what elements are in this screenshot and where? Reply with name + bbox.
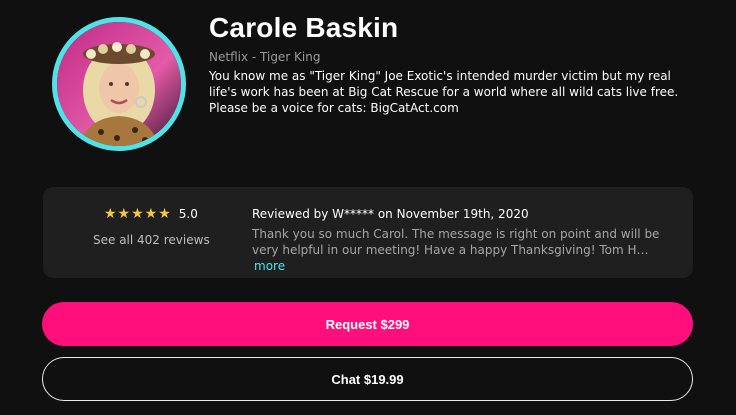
- review-text: Thank you so much Carol. The message is …: [252, 226, 672, 274]
- review-meta: Reviewed by W***** on November 19th, 202…: [252, 207, 529, 221]
- rating-summary: ★★★★★ 5.0: [104, 206, 198, 222]
- more-link[interactable]: more: [254, 259, 285, 273]
- avatar: [52, 17, 186, 151]
- request-button[interactable]: Request $299: [42, 302, 693, 346]
- profile-name: Carole Baskin: [209, 12, 399, 43]
- chat-button[interactable]: Chat $19.99: [42, 357, 693, 401]
- star-rating-icon: ★★★★★: [104, 206, 172, 222]
- profile-category: Netflix - Tiger King: [209, 50, 321, 64]
- profile-bio: You know me as "Tiger King" Joe Exotic's…: [209, 69, 679, 115]
- review-body: Thank you so much Carol. The message is …: [252, 227, 660, 257]
- profile-photo: [57, 22, 181, 146]
- rating-value: 5.0: [178, 207, 198, 221]
- see-all-reviews-link[interactable]: See all 402 reviews: [93, 233, 210, 247]
